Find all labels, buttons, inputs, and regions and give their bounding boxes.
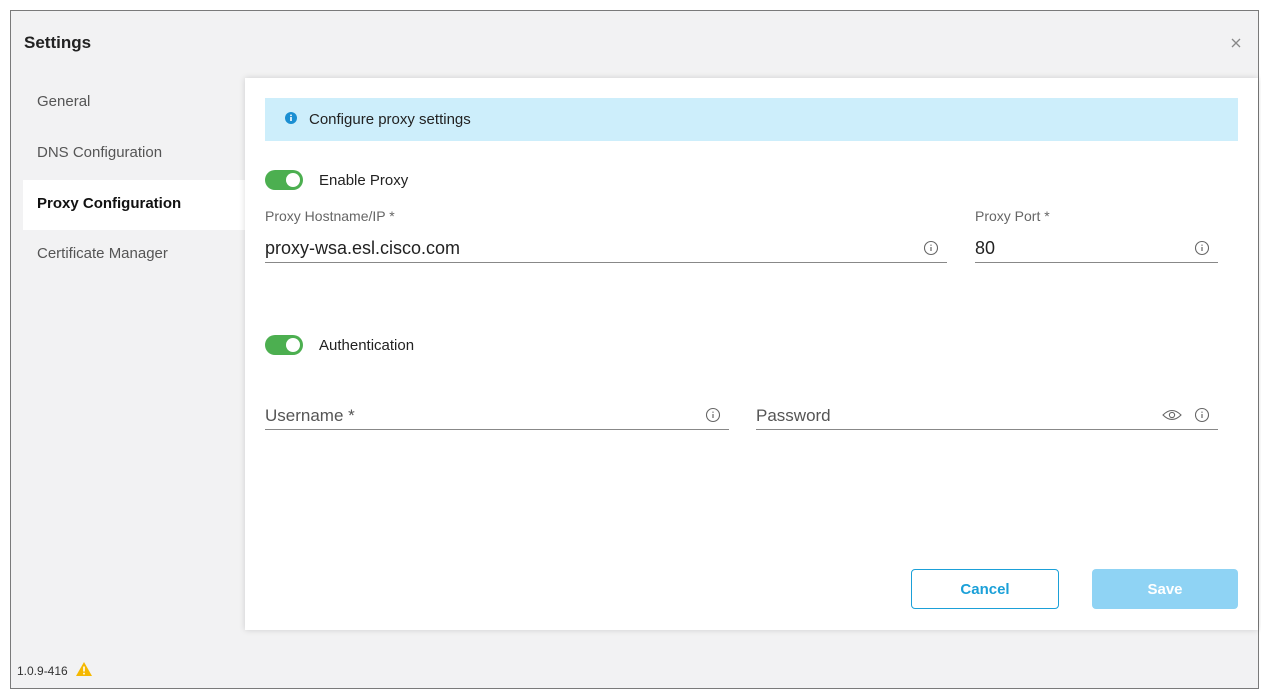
username-field bbox=[265, 402, 729, 430]
eye-icon[interactable] bbox=[1162, 408, 1182, 422]
authentication-toggle[interactable] bbox=[265, 335, 303, 355]
username-input[interactable] bbox=[265, 402, 669, 428]
warning-icon[interactable] bbox=[75, 662, 92, 679]
password-field bbox=[756, 402, 1218, 430]
proxy-settings-panel: Configure proxy settings Enable Proxy Pr… bbox=[245, 78, 1258, 630]
sidebar-item-general[interactable]: General bbox=[23, 78, 255, 128]
version-info: 1.0.9-416 bbox=[17, 662, 92, 679]
authentication-row: Authentication bbox=[265, 335, 414, 355]
port-label: Proxy Port * bbox=[975, 208, 1050, 224]
close-icon[interactable] bbox=[1228, 35, 1244, 51]
cancel-button[interactable]: Cancel bbox=[911, 569, 1059, 609]
info-icon[interactable] bbox=[1194, 407, 1210, 423]
info-icon[interactable] bbox=[1194, 240, 1210, 256]
hostname-input[interactable] bbox=[265, 235, 887, 261]
sidebar-item-dns-configuration[interactable]: DNS Configuration bbox=[23, 129, 255, 179]
info-icon bbox=[285, 111, 297, 129]
settings-dialog: Settings General DNS Configuration Proxy… bbox=[10, 10, 1259, 689]
info-icon[interactable] bbox=[923, 240, 939, 256]
enable-proxy-row: Enable Proxy bbox=[265, 170, 408, 190]
version-text: 1.0.9-416 bbox=[17, 663, 68, 678]
banner-text: Configure proxy settings bbox=[309, 111, 471, 128]
port-input[interactable] bbox=[975, 235, 1158, 261]
save-button[interactable]: Save bbox=[1092, 569, 1238, 609]
info-icon[interactable] bbox=[705, 407, 721, 423]
port-field bbox=[975, 235, 1218, 263]
hostname-label: Proxy Hostname/IP * bbox=[265, 208, 395, 224]
sidebar-item-proxy-configuration[interactable]: Proxy Configuration bbox=[23, 180, 255, 230]
authentication-label: Authentication bbox=[319, 336, 415, 354]
enable-proxy-label: Enable Proxy bbox=[319, 171, 409, 189]
password-input[interactable] bbox=[756, 402, 1158, 428]
dialog-title: Settings bbox=[24, 33, 92, 52]
enable-proxy-toggle[interactable] bbox=[265, 170, 303, 190]
sidebar-item-certificate-manager[interactable]: Certificate Manager bbox=[23, 230, 255, 280]
hostname-field bbox=[265, 235, 947, 263]
info-banner: Configure proxy settings bbox=[265, 98, 1238, 141]
